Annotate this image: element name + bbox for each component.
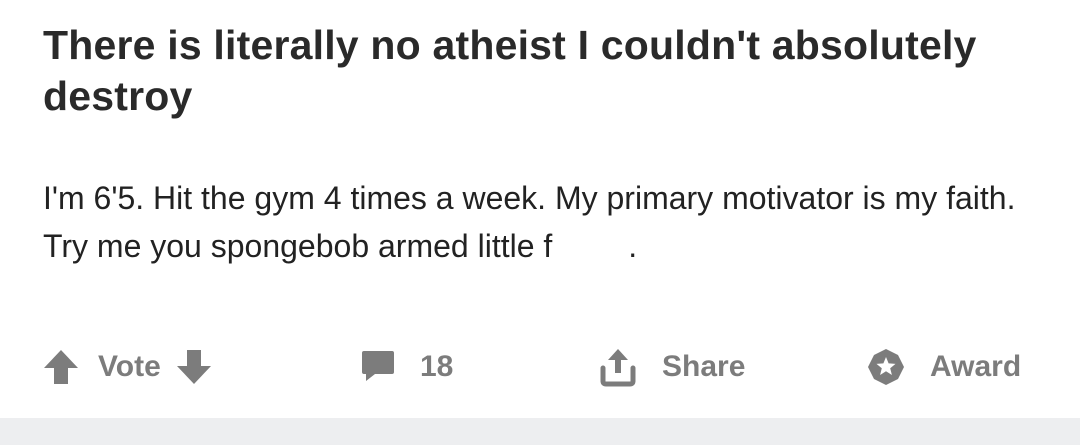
award-star-icon bbox=[868, 349, 904, 385]
post-card: There is literally no atheist I couldn't… bbox=[0, 0, 1080, 418]
comment-count: 18 bbox=[420, 350, 454, 383]
share-upload-icon bbox=[600, 349, 636, 387]
post-action-bar: Vote 18 Share Award bbox=[0, 340, 1080, 394]
comment-bubble-icon bbox=[362, 351, 394, 381]
comments-button[interactable]: 18 bbox=[360, 340, 453, 394]
award-button[interactable]: Award bbox=[866, 340, 1021, 394]
downvote-button[interactable] bbox=[175, 348, 213, 386]
arrow-down-icon bbox=[176, 350, 211, 384]
share-label: Share bbox=[662, 350, 746, 383]
redacted-area bbox=[552, 256, 628, 257]
post-title[interactable]: There is literally no atheist I couldn't… bbox=[43, 20, 1023, 122]
vote-control: Vote bbox=[42, 340, 213, 394]
vote-label: Vote bbox=[98, 350, 161, 383]
upvote-button[interactable] bbox=[42, 348, 80, 386]
arrow-up-icon bbox=[44, 350, 78, 384]
share-button[interactable]: Share bbox=[598, 340, 745, 394]
feed-divider bbox=[0, 418, 1080, 445]
post-body: I'm 6'5. Hit the gym 4 times a week. My … bbox=[43, 174, 1033, 270]
post-body-end: . bbox=[628, 228, 638, 264]
award-label: Award bbox=[930, 350, 1022, 383]
post-body-text: I'm 6'5. Hit the gym 4 times a week. My … bbox=[43, 180, 1016, 264]
